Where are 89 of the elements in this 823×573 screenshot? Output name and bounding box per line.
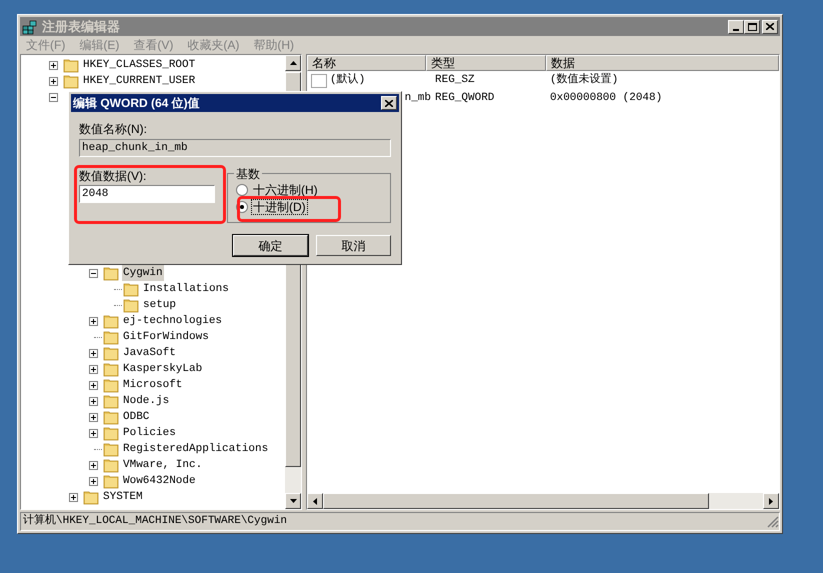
value-data: 0x00000800 (2048) — [549, 91, 664, 106]
folder-icon — [83, 490, 99, 504]
value-name-label: 数值名称(N): — [79, 121, 148, 136]
collapse-toggle[interactable] — [48, 92, 58, 102]
minimize-button[interactable] — [728, 20, 744, 34]
value-data-label: 数值数据(V): — [79, 168, 148, 183]
folder-icon — [63, 58, 79, 72]
resize-grip-icon[interactable] — [767, 516, 779, 528]
folder-icon — [103, 378, 119, 392]
tree-item[interactable]: SYSTEM — [102, 488, 144, 506]
value-type: REG_QWORD — [434, 91, 496, 106]
value-name: n_mb — [404, 91, 431, 106]
expand-toggle[interactable] — [68, 492, 78, 502]
expand-toggle[interactable] — [48, 76, 58, 86]
tree-item[interactable]: HKEY_CURRENT_USER — [82, 72, 196, 90]
tree-item[interactable]: HKEY_CLASSES_ROOT — [82, 56, 196, 74]
tree-item[interactable]: Microsoft — [122, 376, 184, 394]
folder-icon — [103, 458, 119, 472]
status-bar-path: 计算机\HKEY_LOCAL_MACHINE\SOFTWARE\Cygwin — [22, 513, 288, 530]
tree-item[interactable]: Installations — [142, 280, 230, 298]
close-icon — [385, 100, 393, 106]
folder-icon — [103, 314, 119, 328]
string-value-icon — [311, 74, 327, 88]
column-header[interactable]: 数据 — [546, 55, 779, 71]
collapse-toggle[interactable] — [88, 268, 98, 278]
ok-button[interactable]: 确定 — [233, 235, 308, 256]
column-header[interactable]: 名称 — [307, 55, 426, 71]
right-arrow-icon — [769, 498, 773, 504]
folder-icon — [103, 266, 119, 280]
horizontal-scrollbar[interactable] — [307, 493, 779, 509]
expand-toggle[interactable] — [88, 396, 98, 406]
scroll-up-button[interactable] — [285, 55, 301, 71]
expand-toggle[interactable] — [88, 476, 98, 486]
scroll-right-button[interactable] — [763, 493, 779, 509]
folder-icon — [103, 410, 119, 424]
expand-toggle[interactable] — [88, 348, 98, 358]
folder-icon — [123, 282, 139, 296]
expand-toggle[interactable] — [48, 60, 58, 70]
close-button[interactable] — [762, 20, 778, 34]
expand-toggle[interactable] — [88, 316, 98, 326]
folder-icon — [103, 346, 119, 360]
tree-item[interactable]: Node.js — [122, 392, 170, 410]
left-arrow-icon — [313, 498, 317, 504]
folder-icon — [103, 394, 119, 408]
maximize-button[interactable] — [744, 20, 760, 34]
scroll-thumb[interactable] — [323, 493, 709, 509]
close-icon — [766, 23, 774, 30]
tree-item[interactable]: VMware, Inc. — [122, 456, 204, 474]
down-arrow-icon — [290, 499, 296, 503]
folder-icon — [103, 330, 119, 344]
registry-cubes-icon — [22, 18, 38, 34]
radio-label[interactable]: 十进制(D) — [252, 200, 307, 214]
radio-button[interactable] — [236, 184, 248, 196]
up-arrow-icon — [290, 61, 296, 65]
tree-item[interactable]: ej-technologies — [122, 312, 224, 330]
expand-toggle[interactable] — [88, 412, 98, 422]
folder-icon — [103, 426, 119, 440]
tree-item[interactable]: setup — [142, 296, 178, 314]
tree-item[interactable]: ODBC — [122, 408, 150, 426]
folder-icon — [123, 298, 139, 312]
dialog-title: 编辑 QWORD (64 位)值 — [73, 95, 201, 112]
value-name-text: heap_chunk_in_mb — [82, 140, 188, 156]
scroll-left-button[interactable] — [307, 493, 323, 509]
folder-icon — [103, 474, 119, 488]
expand-toggle[interactable] — [88, 460, 98, 470]
expand-toggle[interactable] — [88, 380, 98, 390]
value-name: (默认) — [330, 72, 366, 88]
scroll-down-button[interactable] — [285, 493, 301, 509]
window-title: 注册表编辑器 — [42, 18, 121, 36]
column-header[interactable]: 类型 — [426, 55, 546, 71]
folder-icon — [63, 74, 79, 88]
expand-toggle[interactable] — [88, 428, 98, 438]
tree-item[interactable]: KasperskyLab — [122, 360, 204, 378]
value-data: (数值未设置) — [549, 72, 620, 88]
tree-item[interactable]: JavaSoft — [122, 344, 177, 362]
radio-label[interactable]: 十六进制(H) — [252, 183, 319, 197]
tree-item[interactable]: GitForWindows — [122, 328, 210, 346]
folder-icon — [103, 442, 119, 456]
value-type: REG_SZ — [434, 73, 476, 88]
expand-toggle[interactable] — [88, 364, 98, 374]
tree-item[interactable]: Cygwin — [122, 264, 164, 282]
folder-icon — [103, 362, 119, 376]
tree-item[interactable]: Wow6432Node — [122, 472, 197, 490]
base-group-label: 基数 — [234, 165, 262, 183]
tree-item[interactable]: Policies — [122, 424, 177, 442]
close-button[interactable] — [381, 96, 397, 110]
value-data-field[interactable]: 2048 — [79, 185, 215, 203]
cancel-button[interactable]: 取消 — [316, 235, 391, 256]
tree-item[interactable]: RegisteredApplications — [122, 440, 270, 458]
